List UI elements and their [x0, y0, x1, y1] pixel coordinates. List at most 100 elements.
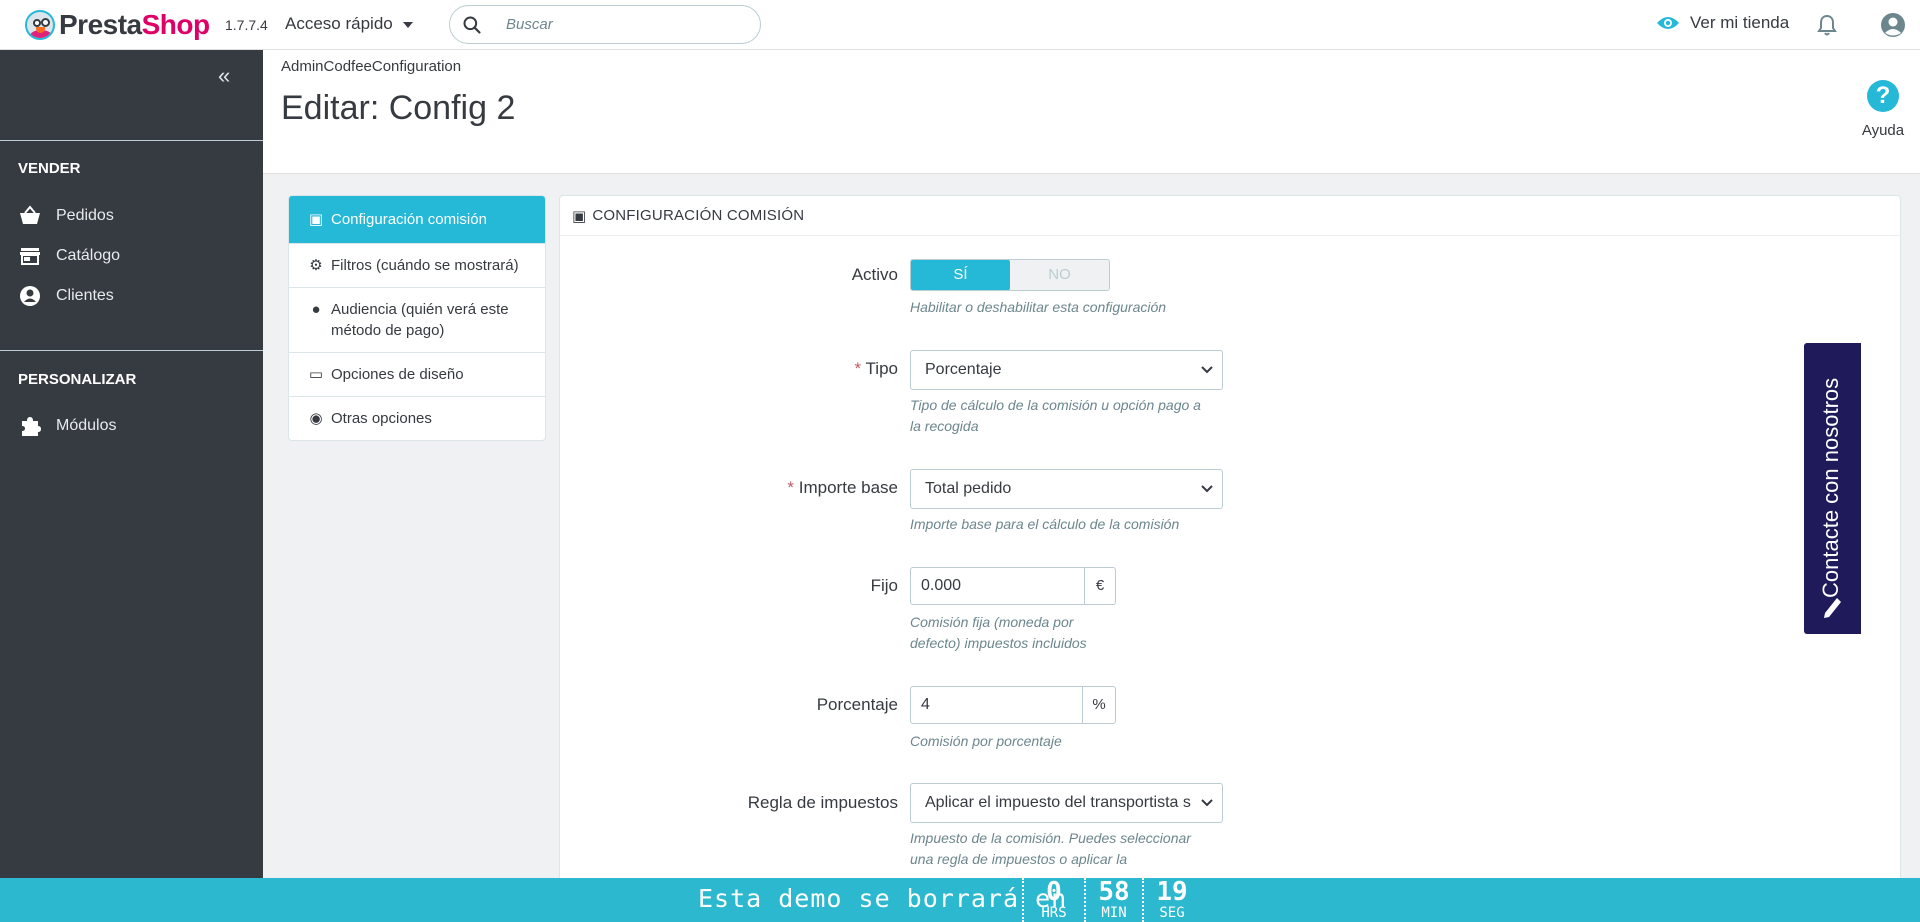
demo-countdown-banner: Esta demo se borrará en 0 HRS 58 MIN 19 …: [0, 878, 1920, 922]
sidebar-item-label: Pedidos: [56, 207, 114, 224]
tab-opciones-diseno[interactable]: ▭ Opciones de diseño: [289, 353, 545, 397]
prestashop-logo[interactable]: PrestaShop: [25, 9, 210, 41]
sidebar-item-clientes[interactable]: Clientes: [18, 284, 114, 308]
desktop-icon: ▭: [308, 366, 324, 383]
view-shop-label: Ver mi tienda: [1690, 13, 1790, 32]
help-button[interactable]: ? Ayuda: [1848, 80, 1918, 139]
fijo-input-group: 0.000 €: [910, 567, 1116, 605]
life-ring-icon: ◉: [309, 410, 323, 427]
fijo-hint-line1: Comisión fija (moneda por: [910, 614, 1074, 630]
tab-configuracion-comision[interactable]: ▣ Configuración comisión: [289, 196, 545, 244]
breadcrumb[interactable]: AdminCodfeeConfiguration: [281, 58, 461, 75]
config-tabs: ▣ Configuración comisión ⚙ Filtros (cuán…: [288, 195, 546, 441]
tab-label: Audiencia (quién verá este método de pag…: [331, 301, 509, 339]
search-icon[interactable]: [462, 15, 482, 35]
percent-addon: %: [1092, 696, 1106, 713]
chevron-down-icon: [1201, 485, 1213, 493]
seconds-value: 19: [1156, 877, 1188, 907]
importe-label-text: Importe base: [798, 478, 898, 497]
importe-base-select[interactable]: Total pedido: [910, 469, 1223, 509]
caret-down-icon: [402, 22, 413, 28]
pencil-icon: [1824, 598, 1841, 618]
porcentaje-input[interactable]: 4: [911, 687, 1083, 723]
minutes-counter: 58 MIN: [1084, 878, 1142, 922]
sidebar-item-label: Catálogo: [56, 247, 121, 264]
tab-label: Otras opciones: [331, 410, 432, 427]
impuestos-label: Regla de impuestos: [747, 793, 898, 812]
tipo-hint-line2: la recogida: [910, 418, 979, 434]
activo-off-option[interactable]: NO: [1010, 260, 1109, 290]
help-icon: ?: [1867, 80, 1899, 112]
tab-label: Filtros (cuándo se mostrará): [331, 257, 519, 274]
user-account-icon[interactable]: [1880, 12, 1906, 38]
panel-heading-text: CONFIGURACIÓN COMISIÓN: [592, 207, 805, 224]
globe-icon: ●: [311, 301, 321, 318]
store-icon: [20, 248, 40, 265]
seconds-counter: 19 SEG: [1142, 878, 1200, 922]
hours-label: HRS: [1041, 905, 1067, 921]
quick-access-dropdown[interactable]: Acceso rápido: [285, 14, 413, 34]
version-label: 1.7.7.4: [225, 17, 268, 33]
tab-filtros[interactable]: ⚙ Filtros (cuándo se mostrará): [289, 244, 545, 288]
sidebar-item-pedidos[interactable]: Pedidos: [18, 204, 114, 228]
search-placeholder: Buscar: [506, 16, 553, 33]
chevron-down-icon: [1201, 799, 1213, 807]
porcentaje-hint: Comisión por porcentaje: [910, 733, 1062, 749]
sidebar-divider: [0, 140, 263, 141]
help-label: Ayuda: [1861, 122, 1905, 139]
activo-on-option[interactable]: SÍ: [911, 260, 1010, 290]
fijo-input[interactable]: 0.000: [911, 568, 1085, 604]
puzzle-icon: [22, 417, 41, 436]
impuestos-hint-line2: una regla de impuestos o aplicar la: [910, 851, 1128, 867]
importe-label: * Importe base: [618, 478, 898, 498]
minutes-value: 58: [1098, 877, 1130, 907]
chevron-down-icon: [1201, 366, 1213, 374]
impuestos-select-value: Aplicar el impuesto del transportista s: [925, 794, 1191, 811]
impuestos-hint-line1: Impuesto de la comisión. Puedes seleccio…: [910, 830, 1191, 846]
cogs-icon: ⚙: [309, 257, 323, 274]
hours-counter: 0 HRS: [1022, 878, 1084, 922]
tab-otras-opciones[interactable]: ◉ Otras opciones: [289, 397, 545, 440]
puffin-logo-icon: [25, 10, 55, 40]
tipo-label: * Tipo: [618, 359, 899, 379]
required-marker: *: [854, 359, 862, 378]
porcentaje-input-group: 4 %: [910, 686, 1116, 724]
sidebar-item-label: Módulos: [56, 417, 117, 434]
importe-hint: Importe base para el cálculo de la comis…: [910, 516, 1180, 532]
page-title: Editar: Config 2: [281, 89, 516, 127]
tab-label: Opciones de diseño: [331, 366, 464, 383]
panel-heading: ▣ CONFIGURACIÓN COMISIÓN: [560, 196, 1900, 236]
fijo-hint-line2: defecto) impuestos incluidos: [910, 635, 1087, 651]
money-icon: ▣: [308, 211, 324, 228]
minutes-label: MIN: [1101, 905, 1127, 921]
brand-name: PrestaShop: [59, 9, 210, 40]
sidebar-divider: [0, 350, 263, 351]
porcentaje-label: Porcentaje: [816, 695, 898, 714]
collapse-sidebar-icon[interactable]: «: [218, 63, 230, 89]
eye-icon: [1657, 17, 1679, 29]
sidebar-item-modulos[interactable]: Módulos: [18, 414, 116, 438]
section-vender: VENDER: [18, 160, 81, 177]
regla-impuestos-select[interactable]: Aplicar el impuesto del transportista s: [910, 783, 1223, 823]
required-marker: *: [787, 478, 795, 497]
contact-us-label: Contacte con nosotros: [1818, 377, 1843, 598]
search-input[interactable]: Buscar: [449, 5, 761, 44]
top-header: PrestaShop 1.7.7.4 Acceso rápido Buscar …: [0, 0, 1920, 50]
tipo-select[interactable]: Porcentaje: [910, 350, 1223, 390]
activo-toggle[interactable]: SÍ NO: [910, 259, 1110, 291]
contact-us-tab[interactable]: Contacte con nosotros: [1804, 343, 1861, 634]
importe-select-value: Total pedido: [925, 480, 1012, 497]
tab-audiencia[interactable]: ● Audiencia (quién verá este método de p…: [289, 288, 545, 353]
tab-label: Configuración comisión: [331, 211, 487, 228]
sidebar-item-catalogo[interactable]: Catálogo: [18, 244, 120, 268]
sidebar: « VENDER Pedidos Catálogo Clientes PERSO…: [0, 50, 263, 922]
page-header: AdminCodfeeConfiguration Editar: Config …: [263, 50, 1920, 174]
notifications-bell-icon[interactable]: [1815, 13, 1839, 37]
tipo-hint-line1: Tipo de cálculo de la comisión u opción …: [910, 397, 1201, 413]
activo-hint: Habilitar o deshabilitar esta configurac…: [910, 299, 1167, 315]
fijo-label: Fijo: [870, 576, 898, 595]
tipo-label-text: Tipo: [865, 359, 898, 378]
account-icon: [20, 286, 40, 306]
view-shop-link[interactable]: Ver mi tienda: [1656, 13, 1789, 33]
basket-icon: [20, 205, 40, 224]
